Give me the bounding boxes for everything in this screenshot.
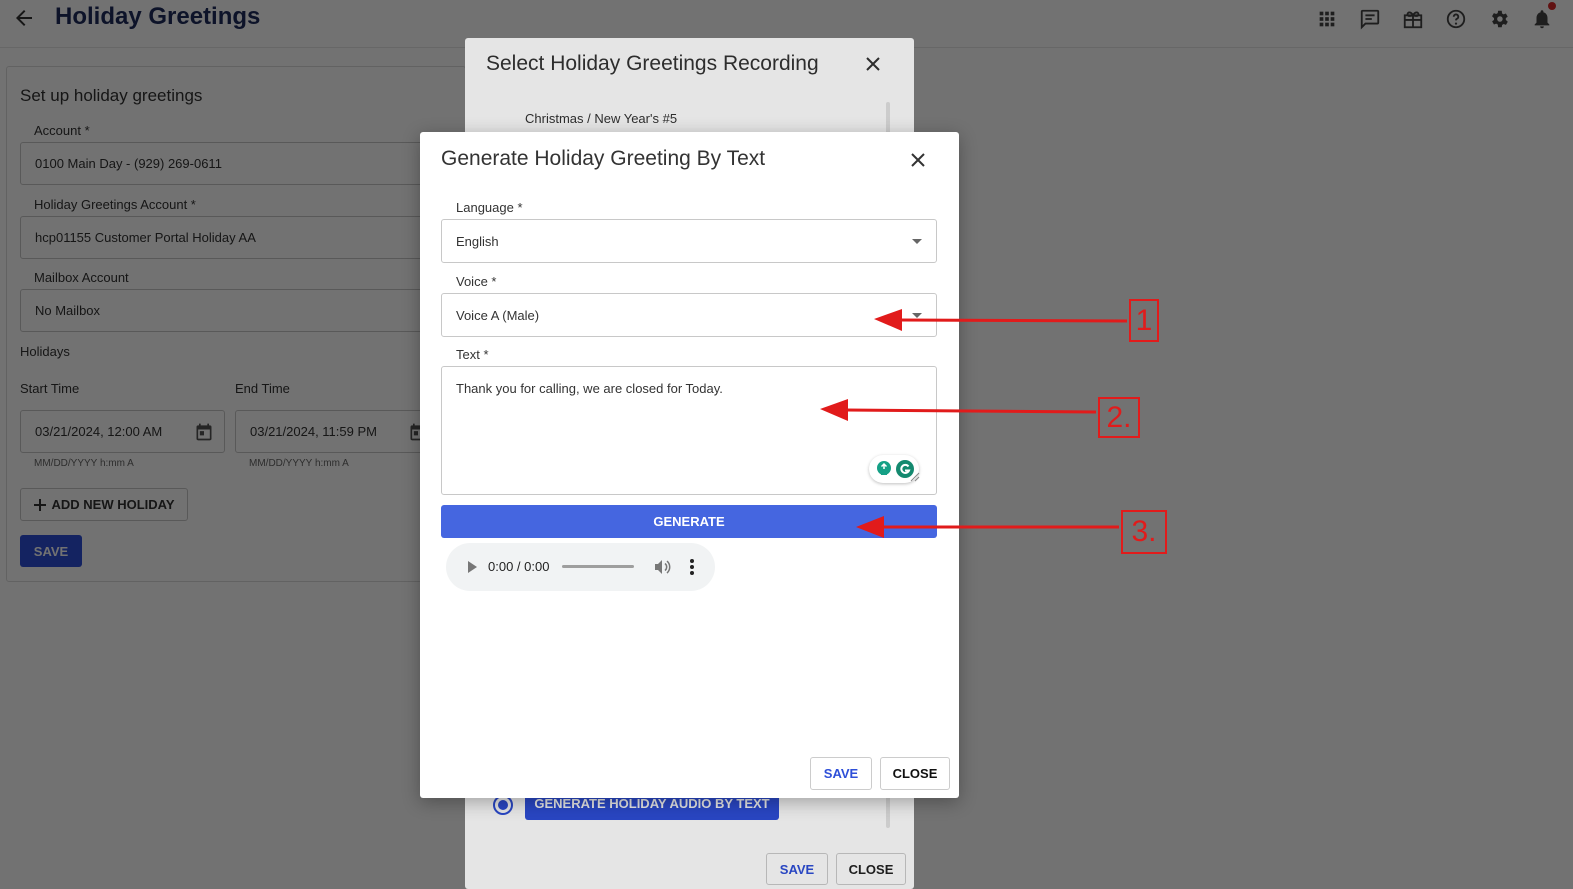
annotation-box-2: 2. [1098,397,1140,438]
bulb-icon [877,461,891,475]
annotation-box-3: 3. [1121,510,1167,554]
greeting-text-area[interactable]: Thank you for calling, we are closed for… [441,366,937,495]
language-select[interactable]: English [441,219,937,263]
language-label: Language * [456,200,523,215]
annotation-box-1: 1 [1129,299,1159,342]
player-time: 0:00 / 0:00 [488,559,550,574]
generate-greeting-dialog: Generate Holiday Greeting By Text Langua… [420,132,959,798]
greeting-close-button[interactable]: CLOSE [880,757,950,790]
language-value: English [456,234,499,249]
play-icon[interactable] [464,559,480,575]
greeting-save-button[interactable]: SAVE [810,757,872,790]
chevron-down-icon [912,313,922,318]
more-vertical-icon[interactable] [684,557,700,577]
voice-value: Voice A (Male) [456,308,540,323]
audio-player: 0:00 / 0:00 [446,543,715,591]
text-label: Text * [456,347,489,362]
close-icon[interactable] [908,150,928,170]
volume-icon[interactable] [652,557,672,577]
voice-label: Voice * [456,274,497,289]
audio-progress-track[interactable] [562,565,634,568]
generate-button[interactable]: GENERATE [441,505,937,538]
generate-greeting-title: Generate Holiday Greeting By Text [441,147,766,170]
chevron-down-icon [912,239,922,244]
resize-handle-icon[interactable] [910,472,920,482]
voice-select[interactable]: Voice A (Male) [441,293,937,337]
